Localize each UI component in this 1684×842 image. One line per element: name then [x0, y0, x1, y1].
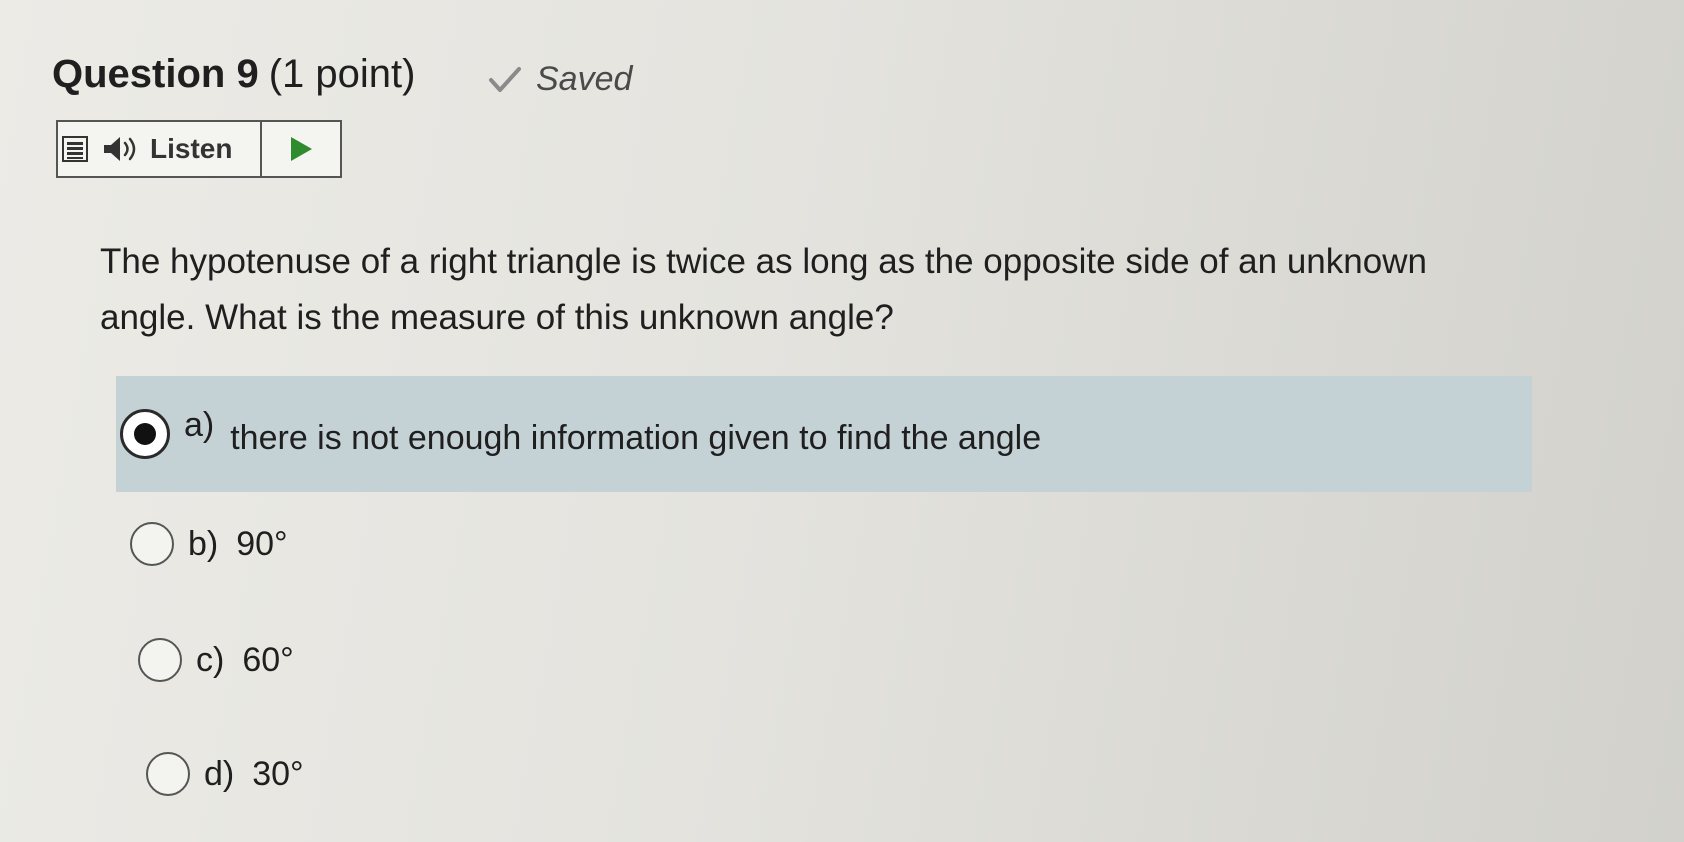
- option-letter: c): [196, 640, 225, 679]
- radio-button-d[interactable]: [146, 752, 190, 796]
- menu-icon[interactable]: [62, 136, 88, 162]
- radio-button-a[interactable]: [120, 409, 170, 459]
- question-text: The hypotenuse of a right triangle is tw…: [100, 242, 1427, 337]
- option-text: 60°: [242, 640, 294, 679]
- option-letter: a): [184, 405, 215, 444]
- option-letter: d): [204, 754, 235, 793]
- check-icon: [489, 66, 521, 92]
- speaker-icon: [104, 137, 136, 161]
- listen-toolbar: Listen: [56, 120, 342, 178]
- radio-selected-dot: [134, 423, 156, 445]
- option-a[interactable]: a) there is not enough information given…: [116, 376, 1532, 492]
- question-number: Question 9: [52, 52, 259, 96]
- saved-label: Saved: [536, 60, 633, 98]
- option-text: there is not enough information given to…: [230, 418, 1042, 457]
- question-points: (1 point): [268, 52, 416, 96]
- option-text: 90°: [236, 524, 288, 563]
- listen-button[interactable]: Listen: [58, 122, 262, 176]
- listen-label: Listen: [150, 133, 233, 164]
- play-button[interactable]: [262, 122, 340, 176]
- option-d[interactable]: d) 30°: [146, 752, 304, 796]
- option-letter: b): [188, 524, 219, 563]
- question-header: Question 9 (1 point): [52, 52, 415, 97]
- saved-status: Saved: [488, 60, 632, 99]
- option-text: 30°: [252, 754, 304, 793]
- radio-button-c[interactable]: [138, 638, 182, 682]
- play-icon[interactable]: [289, 136, 313, 162]
- radio-button-b[interactable]: [130, 522, 174, 566]
- option-b[interactable]: b) 90°: [130, 522, 288, 566]
- option-c[interactable]: c) 60°: [138, 638, 294, 682]
